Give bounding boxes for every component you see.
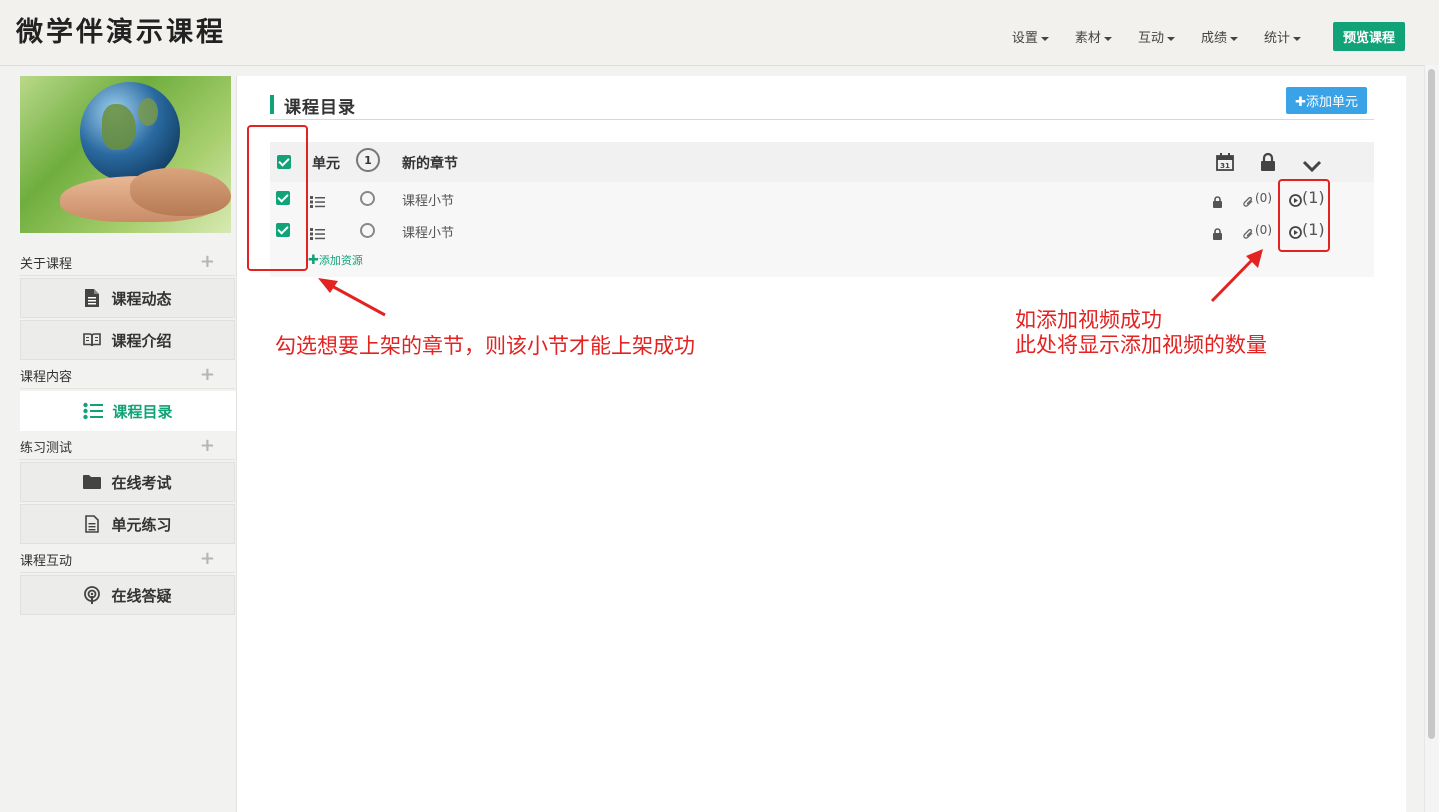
arrow-right [1210, 249, 1263, 303]
annotation-text-right-1: 如添加视频成功 [1015, 308, 1162, 332]
annotation-text-right-2: 此处将显示添加视频的数量 [1015, 333, 1267, 357]
annotation-arrows [318, 249, 1263, 317]
annotation-text-left: 勾选想要上架的章节，则该小节才能上架成功 [275, 334, 695, 358]
arrow-left [318, 278, 386, 317]
